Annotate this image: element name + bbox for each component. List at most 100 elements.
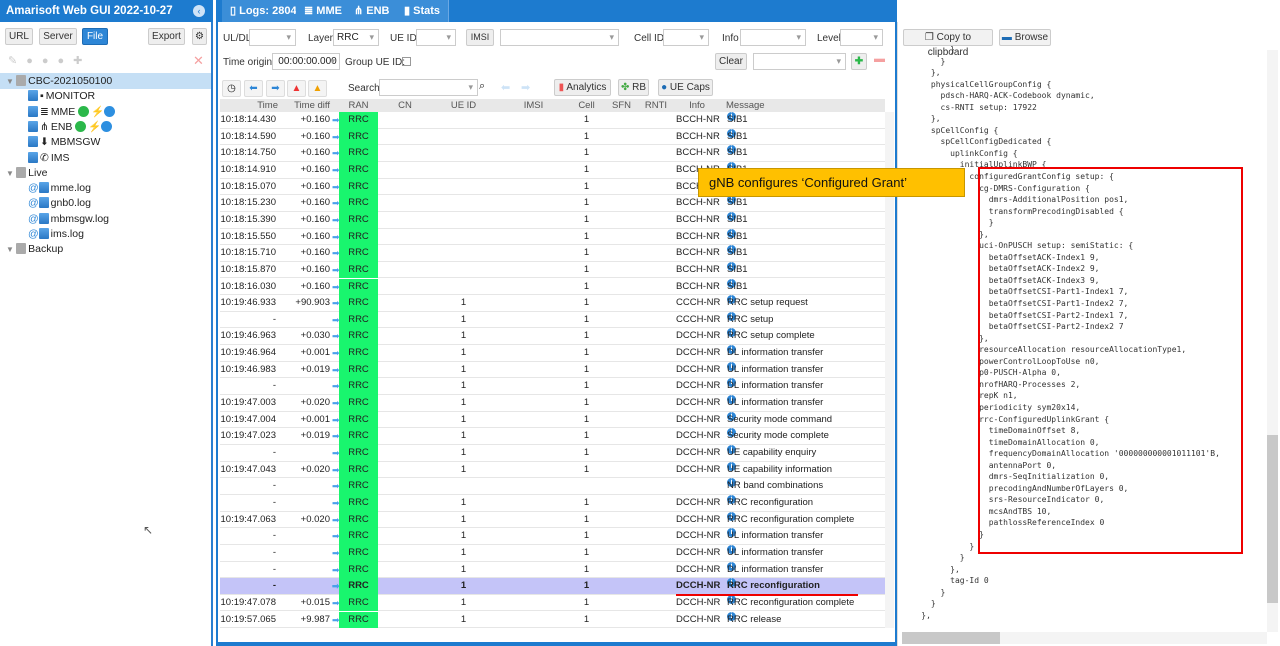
column-header[interactable]: RNTI — [640, 100, 672, 111]
imsi-button[interactable]: IMSI — [466, 29, 494, 46]
table-row[interactable]: - ➡ RRC 1 1 DCCH-NR i UL information transfer — [220, 528, 885, 545]
time-origin-input[interactable]: 00:00:00.000 — [272, 53, 340, 70]
table-row[interactable]: 10:19:46.963 +0.030 ➡ RRC 1 1 DCCH-NR i RRC setu… — [220, 328, 885, 346]
filter-preset-select[interactable] — [753, 53, 846, 70]
tree-item[interactable]: ▼ CBC-2021050100 — [0, 73, 211, 89]
tab-logs[interactable]: ▯ Logs: 2804 — [222, 0, 306, 22]
table-row[interactable]: 10:18:14.590 +0.160 ➡ RRC 1 BCCH-NR i SIB1 — [220, 128, 885, 146]
next-icon[interactable]: ➡ — [266, 80, 285, 97]
ran-cell: RRC — [339, 528, 378, 545]
search-next-icon[interactable]: ➡ — [521, 81, 530, 94]
tab-mme[interactable]: ≣ MME — [296, 0, 351, 22]
table-row[interactable]: 10:19:47.043 +0.020 ➡ RRC 1 1 DCCH-NR i UE capab… — [220, 461, 885, 479]
play-icon[interactable] — [101, 120, 113, 132]
play-icon[interactable] — [104, 105, 116, 117]
table-row[interactable]: 10:19:47.003 +0.020 ➡ RRC 1 1 DCCH-NR i UL infor… — [220, 395, 885, 412]
table-row[interactable]: - ➡ RRC 1 1 DCCH-NR i DL information transfer — [220, 561, 885, 579]
imsi-select[interactable] — [500, 29, 619, 46]
tree-item[interactable]: ≣ MME ⚡ — [0, 104, 211, 120]
uecaps-button[interactable]: ● UE Caps — [658, 79, 713, 96]
ran-cell: RRC — [339, 228, 378, 246]
table-row[interactable]: - ➡ RRC 1 1 DCCH-NR i RRC reconfiguration — [220, 494, 885, 512]
table-row[interactable]: 10:19:47.023 +0.019 ➡ RRC 1 1 DCCH-NR i Security… — [220, 428, 885, 445]
uldl-select[interactable] — [249, 29, 296, 46]
url-button[interactable]: URL — [5, 28, 33, 45]
analytics-button[interactable]: ▮ Analytics — [554, 79, 611, 96]
time-cell: 10:19:47.004 — [220, 413, 276, 425]
table-row[interactable]: 10:18:14.750 +0.160 ➡ RRC 1 BCCH-NR i SIB1 — [220, 145, 885, 162]
code-line: }, — [902, 114, 941, 124]
column-header[interactable]: UE ID — [430, 100, 497, 111]
column-header[interactable]: IMSI — [497, 100, 570, 111]
code-vertical-scrollbar[interactable] — [1267, 50, 1278, 632]
layer-select[interactable]: RRC — [333, 29, 379, 46]
info-select[interactable] — [740, 29, 806, 46]
group-ueid-checkbox[interactable] — [402, 57, 411, 66]
tree-item[interactable]: ▼ Live — [0, 165, 211, 181]
time-cell: 10:19:46.983 — [220, 363, 276, 375]
tree-item[interactable]: ⬇ MBMSGW — [0, 134, 211, 150]
table-row[interactable]: - ➡ RRC i NR band combinations — [220, 478, 885, 495]
tree-item[interactable]: @ mme.log — [0, 180, 211, 196]
rb-button[interactable]: ✤ RB — [618, 79, 649, 96]
binoculars-icon[interactable]: ⌕ — [479, 80, 485, 93]
file-button[interactable]: File — [82, 28, 108, 45]
delete-icon[interactable]: ✕ — [193, 53, 204, 69]
export-button[interactable]: Export — [148, 28, 185, 45]
cellid-select[interactable] — [663, 29, 709, 46]
collapse-icon[interactable]: ‹ — [193, 5, 205, 17]
tree-item[interactable]: ✆ IMS — [0, 150, 211, 166]
tree-item[interactable]: ⋔ ENB ⚡ — [0, 119, 211, 135]
search-input[interactable] — [379, 79, 478, 96]
table-row[interactable]: - ➡ RRC 1 1 DCCH-NR i UL information transfer — [220, 544, 885, 562]
tree-item[interactable]: @ ims.log — [0, 226, 211, 242]
column-header[interactable]: Time — [220, 100, 278, 111]
column-header[interactable]: CN — [380, 100, 430, 111]
table-row[interactable]: 10:19:46.964 +0.001 ➡ RRC 1 1 DCCH-NR i DL infor… — [220, 345, 885, 362]
tab-enb[interactable]: ⋔ ENB — [346, 0, 399, 22]
column-header[interactable]: Info — [672, 100, 722, 111]
column-header[interactable]: Time diff — [282, 100, 330, 111]
table-row[interactable]: - ➡ RRC 1 1 DCCH-NR i UE capability enquiry — [220, 445, 885, 462]
table-row[interactable]: - ➡ RRC 1 1 CCCH-NR i RRC setup — [220, 311, 885, 329]
cell-cell: 1 — [583, 546, 590, 558]
table-row[interactable]: 10:18:15.550 +0.160 ➡ RRC 1 BCCH-NR i SIB1 — [220, 228, 885, 246]
tree-item[interactable]: ▼ Backup — [0, 241, 211, 257]
column-header[interactable]: SFN — [603, 100, 640, 111]
column-header[interactable]: Cell — [570, 100, 603, 111]
clock-icon[interactable]: ◷ — [222, 80, 241, 97]
search-prev-icon[interactable]: ⬅ — [501, 81, 510, 94]
code-horizontal-scrollbar[interactable] — [902, 632, 1267, 644]
tab-stats[interactable]: ▮ Stats — [396, 0, 450, 22]
table-row[interactable]: 10:19:57.065 +9.987 ➡ RRC 1 1 DCCH-NR i RRC rele… — [220, 611, 885, 629]
table-row[interactable]: 10:18:16.030 +0.160 ➡ RRC 1 BCCH-NR i SIB1 — [220, 278, 885, 296]
remove-icon[interactable]: ▬ — [874, 53, 885, 65]
table-row[interactable]: 10:18:15.870 +0.160 ➡ RRC 1 BCCH-NR i SIB1 — [220, 261, 885, 279]
table-row[interactable]: 10:18:14.430 +0.160 ➡ RRC 1 BCCH-NR i SIB1 — [220, 112, 885, 129]
tree-item[interactable]: @ gnb0.log — [0, 195, 211, 211]
table-row[interactable]: 10:18:15.710 +0.160 ➡ RRC 1 BCCH-NR i SIB1 — [220, 245, 885, 262]
server-button[interactable]: Server — [39, 28, 77, 45]
table-row[interactable]: 10:19:46.933 +90.903 ➡ RRC 1 1 CCCH-NR i RRC set… — [220, 295, 885, 312]
table-row[interactable]: 10:18:15.390 +0.160 ➡ RRC 1 BCCH-NR i SIB1 — [220, 211, 885, 229]
column-header[interactable]: Message — [726, 100, 786, 111]
table-row[interactable]: 10:19:46.983 +0.019 ➡ RRC 1 1 DCCH-NR i UL infor… — [220, 361, 885, 379]
error-icon[interactable]: ▲ — [287, 80, 306, 97]
tree-item[interactable]: @ mbmsgw.log — [0, 211, 211, 227]
ueid-select[interactable] — [416, 29, 456, 46]
table-row[interactable]: 10:19:47.063 +0.020 ➡ RRC 1 1 DCCH-NR i RRC reco… — [220, 511, 885, 529]
ran-cell: RRC — [339, 145, 378, 162]
prev-icon[interactable]: ⬅ — [244, 80, 263, 97]
column-header[interactable]: RAN — [339, 100, 378, 111]
table-row[interactable]: 10:18:15.230 +0.160 ➡ RRC 1 BCCH-NR i SIB1 — [220, 195, 885, 212]
clear-button[interactable]: Clear — [715, 53, 747, 70]
settings-icon[interactable]: ⚙ — [192, 28, 207, 45]
table-row[interactable]: 10:19:47.078 +0.015 ➡ RRC 1 1 DCCH-NR i RRC reco… — [220, 594, 885, 612]
warning-icon[interactable]: ▲ — [308, 80, 327, 97]
tree-item[interactable]: ▪ MONITOR — [0, 88, 211, 104]
table-row[interactable]: - ➡ RRC 1 1 DCCH-NR i RRC reconfiguration — [220, 578, 885, 595]
add-icon[interactable]: ✚ — [851, 53, 867, 70]
table-row[interactable]: 10:19:47.004 +0.001 ➡ RRC 1 1 DCCH-NR i Security… — [220, 411, 885, 429]
level-select[interactable] — [840, 29, 883, 46]
table-row[interactable]: - ➡ RRC 1 1 DCCH-NR i DL information transfer — [220, 378, 885, 396]
